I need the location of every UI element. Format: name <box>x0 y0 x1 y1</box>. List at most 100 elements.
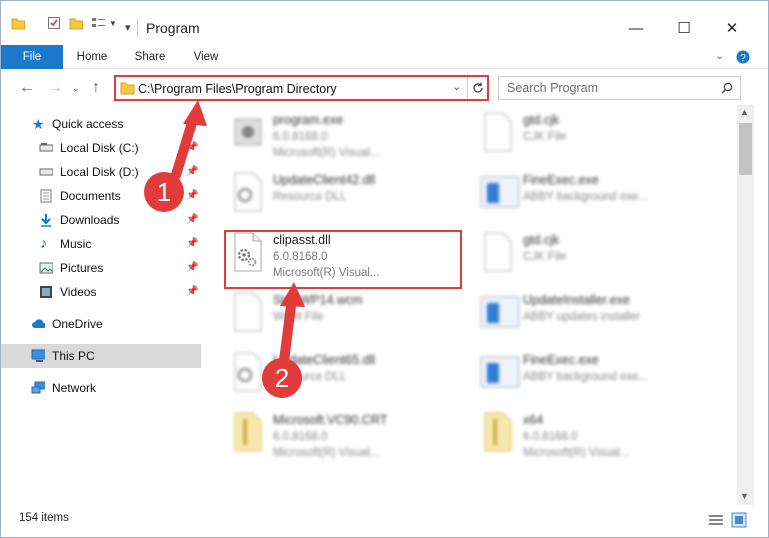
title-bar: ▼ ▾ Program — ☐ ✕ <box>1 1 768 41</box>
sidebar-item-label: Music <box>60 237 92 251</box>
file-detail: ABBY background exe... <box>523 371 649 383</box>
file-detail: 6.0.8168.0 <box>273 431 328 443</box>
pin-icon[interactable]: 📌 <box>186 184 198 208</box>
folder-icon[interactable] <box>11 16 25 30</box>
large-icons-view-icon[interactable] <box>731 512 747 528</box>
close-button[interactable]: ✕ <box>709 13 755 43</box>
videos-icon <box>40 286 52 298</box>
file-item[interactable]: UpdateClient65.dll Resource DLL <box>225 347 465 405</box>
sidebar-item-label: Downloads <box>60 213 120 227</box>
onedrive-cloud-icon <box>32 319 45 328</box>
properties-icon[interactable] <box>47 16 61 30</box>
file-detail: ABBY updates installer <box>523 311 641 323</box>
sidebar-item-label: OneDrive <box>52 317 103 331</box>
address-bar[interactable]: C:\Program Files\Program Directory ⌄ <box>114 75 489 101</box>
file-name: gtd.cjk <box>523 113 560 127</box>
search-icon[interactable] <box>721 82 733 94</box>
tab-file[interactable]: File <box>1 45 63 69</box>
new-folder-icon[interactable] <box>69 16 83 30</box>
scroll-down-arrow-icon[interactable]: ▼ <box>740 491 749 501</box>
tab-home[interactable]: Home <box>67 45 117 69</box>
back-arrow-icon[interactable]: ← <box>19 79 35 97</box>
address-dropdown-chevron-icon[interactable]: ⌄ <box>452 80 461 93</box>
file-item[interactable]: x64 6.0.8168.0 Microsoft(R) Visual... <box>475 407 715 465</box>
sidebar-item-local-disk-c[interactable]: Local Disk (C:) 📌 <box>1 136 201 160</box>
file-item[interactable]: Microsoft.VC90.CRT 6.0.8168.0 Microsoft(… <box>225 407 465 465</box>
sidebar-item-videos[interactable]: Videos 📌 <box>1 280 201 304</box>
minimize-button[interactable]: — <box>613 13 659 43</box>
drive-icon <box>39 168 53 176</box>
sidebar-item-quick-access[interactable]: ★ Quick access <box>1 112 201 136</box>
ribbon-tabs: File Home Share View ⌄ ? <box>1 45 768 69</box>
status-bar: 154 items <box>1 507 768 537</box>
address-path: C:\Program Files\Program Directory <box>138 82 337 96</box>
customize-toolbar-chevron-icon[interactable]: ▼ <box>109 19 117 28</box>
sidebar-item-label: Quick access <box>52 117 124 131</box>
pin-icon[interactable]: 📌 <box>186 208 198 232</box>
blank-file-icon <box>484 232 512 272</box>
file-explorer-window: ▼ ▾ Program — ☐ ✕ File Home Share View ⌄… <box>0 0 769 538</box>
file-detail: 6.0.8168.0 <box>273 131 328 143</box>
sidebar-item-downloads[interactable]: Downloads 📌 <box>1 208 201 232</box>
file-item[interactable]: UpdateClient42.dll Resource DLL <box>225 167 465 225</box>
sidebar-item-pictures[interactable]: Pictures 📌 <box>1 256 201 280</box>
file-item[interactable]: UpdateInstaller.exe ABBY updates install… <box>475 287 715 345</box>
maximize-button[interactable]: ☐ <box>661 13 707 43</box>
tab-share[interactable]: Share <box>125 45 175 69</box>
file-item[interactable]: StartWP14.wcm WCM File <box>225 287 465 345</box>
sidebar-item-onedrive[interactable]: OneDrive <box>1 312 201 336</box>
dll-icon <box>234 352 262 392</box>
file-item[interactable]: gtd.cjk CJK File <box>475 107 715 165</box>
file-detail: Microsoft(R) Visual... <box>523 447 630 459</box>
blank-file-icon <box>234 292 262 332</box>
details-view-icon[interactable] <box>708 513 724 527</box>
network-icon <box>31 381 45 394</box>
drive-icon <box>39 143 53 152</box>
pin-icon[interactable]: 📌 <box>186 136 198 160</box>
sidebar-item-label: Documents <box>60 189 121 203</box>
file-name: UpdateClient42.dll <box>273 173 376 187</box>
title-divider <box>137 19 138 37</box>
expand-ribbon-chevron-icon[interactable]: ⌄ <box>715 49 724 62</box>
navigation-bar: ← → ⌄ ↑ C:\Program Files\Program Directo… <box>1 71 768 105</box>
blank-file-icon <box>484 112 512 152</box>
file-name: UpdateInstaller.exe <box>523 293 631 307</box>
file-item[interactable]: program.exe 6.0.8168.0 Microsoft(R) Visu… <box>225 107 465 165</box>
sidebar-item-music[interactable]: ♪ Music 📌 <box>1 232 201 256</box>
sidebar-item-label: Local Disk (C:) <box>60 141 139 155</box>
music-icon: ♪ <box>40 235 48 252</box>
search-box[interactable] <box>498 76 741 100</box>
sidebar-item-label: This PC <box>52 349 95 363</box>
sidebar-item-network[interactable]: Network <box>1 376 201 400</box>
recent-locations-chevron-icon[interactable]: ⌄ <box>72 83 80 94</box>
forward-arrow-icon[interactable]: → <box>47 79 63 97</box>
up-arrow-icon[interactable]: ↑ <box>92 79 100 97</box>
view-options-icon[interactable] <box>91 16 107 30</box>
file-item[interactable]: gtd.cjk CJK File <box>475 227 715 285</box>
pin-icon[interactable]: 📌 <box>186 256 198 280</box>
step-1-badge: 1 <box>144 172 184 212</box>
refresh-icon[interactable] <box>471 81 485 95</box>
app-icon <box>480 356 520 388</box>
file-name: FineExec.exe <box>523 353 599 367</box>
pin-icon[interactable]: 📌 <box>186 232 198 256</box>
file-item[interactable]: FineExec.exe ABBY background exe... <box>475 167 715 225</box>
file-item[interactable]: FineExec.exe ABBY background exe... <box>475 347 715 405</box>
vertical-scrollbar[interactable]: ▲ ▼ <box>737 105 754 505</box>
documents-icon <box>40 189 52 203</box>
app-icon <box>480 296 520 328</box>
scrollbar-thumb[interactable] <box>739 123 752 175</box>
svg-text:?: ? <box>740 53 746 64</box>
folder-zip-icon <box>234 412 262 452</box>
pin-icon[interactable]: 📌 <box>186 160 198 184</box>
scroll-up-arrow-icon[interactable]: ▲ <box>740 107 749 117</box>
pin-icon[interactable]: 📌 <box>186 280 198 304</box>
help-icon[interactable]: ? <box>736 50 750 64</box>
sidebar-item-this-pc[interactable]: This PC <box>1 344 201 368</box>
tab-view[interactable]: View <box>181 45 231 69</box>
app-icon <box>480 176 520 208</box>
file-detail: 6.0.8168.0 <box>523 431 578 443</box>
address-divider <box>467 77 468 99</box>
window-title: Program <box>146 20 200 36</box>
search-input[interactable] <box>507 79 707 97</box>
